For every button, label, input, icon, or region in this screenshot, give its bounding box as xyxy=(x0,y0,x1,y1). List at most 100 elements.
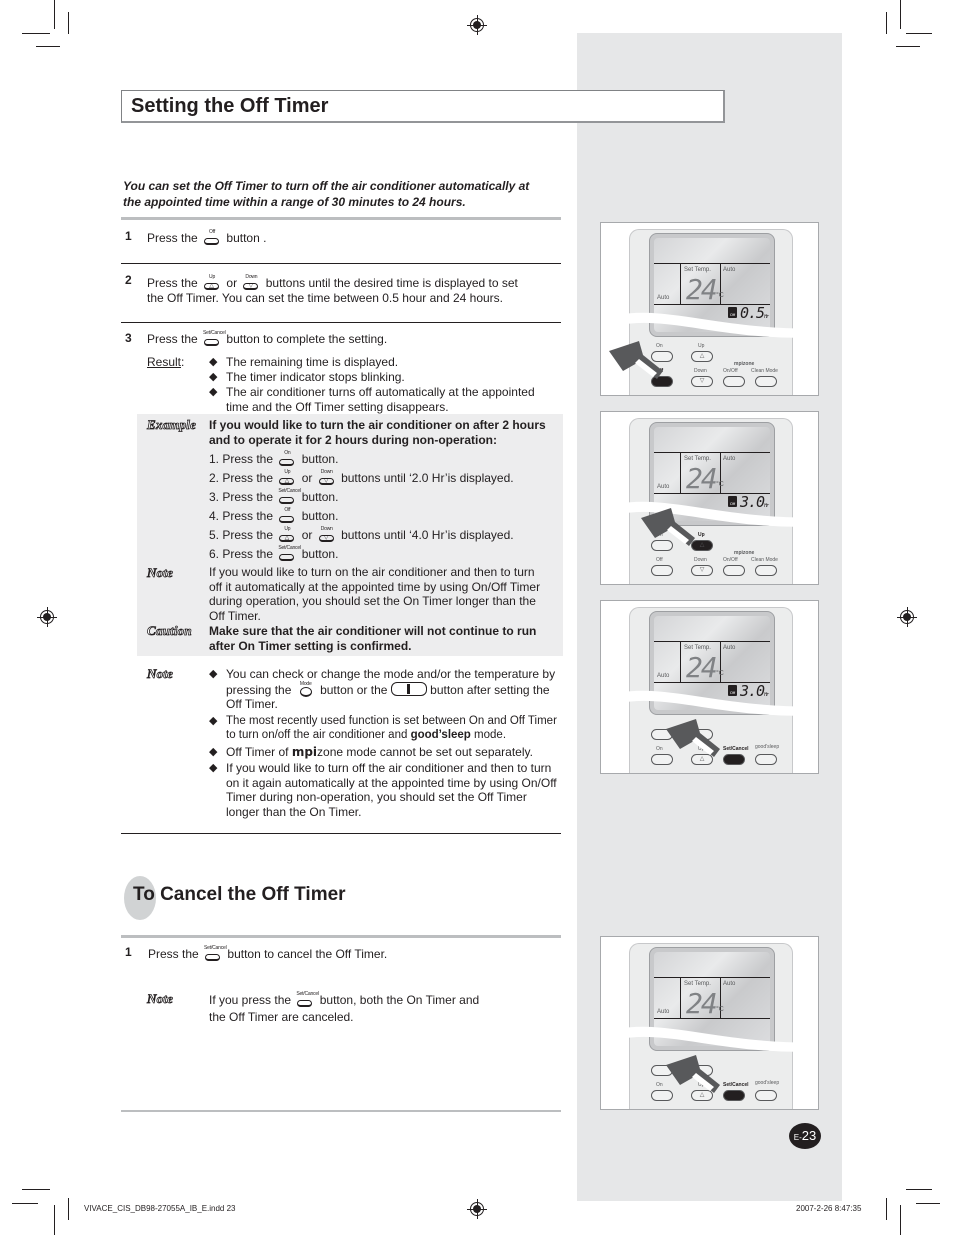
text: button to complete the setting. xyxy=(226,332,388,346)
text: Press the xyxy=(147,332,198,346)
result-list: The remaining time is displayed. The tim… xyxy=(209,355,559,415)
crop-mark xyxy=(54,1205,55,1235)
button-shape: △ xyxy=(279,535,295,542)
remote-key-down: ▽ xyxy=(691,376,713,387)
divider xyxy=(121,935,561,938)
down-button-icon: Down ▽ xyxy=(242,274,260,290)
page-number-badge: E-23 xyxy=(789,1123,821,1149)
text: mode cannot be set out separately. xyxy=(346,744,533,759)
pointer-arrow-icon xyxy=(641,508,699,553)
crop-mark xyxy=(54,0,55,29)
icon-caption: Off xyxy=(284,507,291,513)
text: Off Timer of xyxy=(226,744,289,759)
result-label: Result: xyxy=(147,355,184,370)
key-label: Set/Cancel xyxy=(723,746,749,752)
text: button . xyxy=(226,231,267,245)
pointer-arrow-shape xyxy=(666,719,720,757)
text: Press the xyxy=(147,231,198,245)
set-cancel-button-icon: Set/Cancel xyxy=(296,991,319,1007)
on-button-icon: On xyxy=(278,451,296,466)
mode-right-label: Auto xyxy=(723,645,736,651)
crop-mark xyxy=(916,1203,940,1204)
button-shape xyxy=(297,1000,313,1007)
icon-caption: Up xyxy=(209,274,216,280)
notes-list: You can check or change the mode and/or … xyxy=(209,667,559,819)
text: button. xyxy=(301,490,339,504)
text: mode. xyxy=(474,729,507,741)
cancel-note-text: If you press the Set/Cancel button, both… xyxy=(209,992,499,1026)
step-3-text: Press the Set/Cancel button to complete … xyxy=(147,331,388,347)
remote-key-set-cancel xyxy=(723,754,745,765)
slug-file: VIVACE_CIS_DB98-27055A_IB_E.indd 23 xyxy=(84,1204,236,1213)
text: button. xyxy=(301,452,339,466)
down-button-icon: Down ▽ xyxy=(318,526,336,542)
key-label: Down xyxy=(694,557,707,563)
icon-caption: Down xyxy=(245,274,258,280)
up-button-icon: Up △ xyxy=(278,527,296,542)
crop-mark xyxy=(22,33,50,34)
brand-light: zone xyxy=(317,744,344,759)
key-label: Down xyxy=(694,368,707,374)
brand-bold: mpi xyxy=(291,744,318,759)
key-label: On xyxy=(656,1082,663,1088)
note-label: Note xyxy=(147,666,174,682)
remote-panel: Set Temp. Auto Auto 24 °C On Up △ Set/Cance… xyxy=(600,936,819,1110)
registration-mark-icon xyxy=(467,1199,487,1219)
set-cancel-button-icon: Set/Cancel xyxy=(204,946,227,961)
remote-key-set-cancel xyxy=(723,1090,745,1101)
icon-caption: Down xyxy=(320,526,333,532)
icon-caption: Set/Cancel xyxy=(296,991,319,997)
mpizone-brand: mpizone xyxy=(292,745,343,759)
button-shape xyxy=(279,497,295,504)
key-label: Up xyxy=(698,343,705,349)
key-label: On/Off xyxy=(723,557,738,563)
remote-key-on-off xyxy=(723,565,745,576)
text: or xyxy=(226,276,238,290)
zone-label: mpizone xyxy=(734,361,755,367)
text: or xyxy=(301,471,313,485)
page-number: 23 xyxy=(801,1128,817,1143)
text: buttons until the desired time is displa… xyxy=(265,276,518,290)
example-step: 6. Press the Set/Cancel button. xyxy=(209,545,559,564)
key-label: Clean Mode xyxy=(751,557,778,563)
temperature-rocker-icon xyxy=(390,681,427,696)
divider xyxy=(121,1110,561,1112)
pointer-arrow-shape xyxy=(666,1055,720,1093)
result-item: The remaining time is displayed. xyxy=(209,355,559,370)
example-heading: If you would like to turn the air condit… xyxy=(209,418,546,447)
step-number: 2 xyxy=(125,273,132,287)
button-shape: △ xyxy=(279,478,295,485)
crop-mark xyxy=(900,0,901,29)
lcd-line xyxy=(654,452,770,453)
key-label: On xyxy=(656,746,663,752)
zone-label: mpizone xyxy=(734,550,755,556)
text: button to cancel the Off Timer. xyxy=(227,947,388,961)
pointer-arrow-icon xyxy=(666,1055,724,1100)
registration-mark-icon xyxy=(897,607,917,627)
temperature-unit: °C xyxy=(716,292,724,299)
lcd-line xyxy=(680,642,681,682)
divider xyxy=(121,217,561,220)
result-item: The timer indicator stops blinking. xyxy=(209,370,559,385)
text: 5. Press the xyxy=(209,528,274,542)
text: buttons until ‘4.0 Hr’is displayed. xyxy=(341,528,514,542)
crop-mark xyxy=(906,33,932,34)
text: button. xyxy=(301,509,339,523)
up-button-icon: Up △ xyxy=(203,274,221,290)
crop-mark xyxy=(68,12,69,34)
note-label: Note xyxy=(147,565,174,581)
result-item: The air conditioner turns off automatica… xyxy=(209,385,559,415)
intro-text: You can set the Off Timer to turn off th… xyxy=(123,179,530,209)
up-button-icon: Up △ xyxy=(278,469,296,485)
mode-right-label: Auto xyxy=(723,456,736,462)
divider xyxy=(121,833,561,834)
button-shape: △ xyxy=(204,283,220,290)
lcd-line xyxy=(654,263,770,264)
key-label: good’sleep xyxy=(755,1080,780,1086)
button-shape xyxy=(204,339,220,346)
icon-caption: Down xyxy=(320,469,333,475)
crop-mark xyxy=(886,12,887,34)
icon-caption: Set/Cancel xyxy=(278,488,301,494)
icon-caption: Up xyxy=(284,469,291,475)
cutaway-wave xyxy=(601,501,818,527)
